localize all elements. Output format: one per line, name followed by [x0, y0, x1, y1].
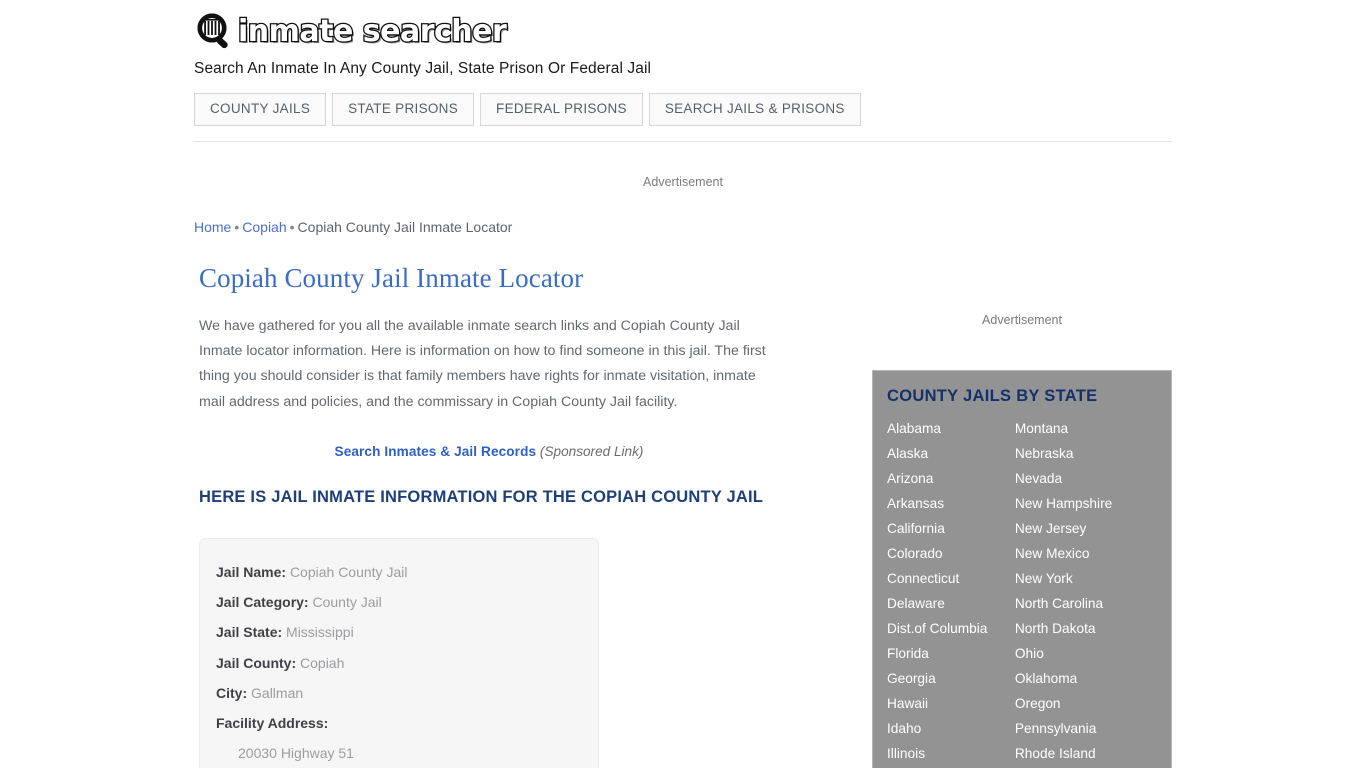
- state-link-oregon[interactable]: Oregon: [1015, 691, 1157, 716]
- state-link-new-mexico[interactable]: New Mexico: [1015, 541, 1157, 566]
- jail-info-box: Jail Name: Copiah County Jail Jail Categ…: [199, 537, 599, 768]
- state-link-oklahoma[interactable]: Oklahoma: [1015, 666, 1157, 691]
- state-link-alaska[interactable]: Alaska: [887, 441, 1015, 466]
- state-link-delaware[interactable]: Delaware: [887, 591, 1015, 616]
- site-tagline: Search An Inmate In Any County Jail, Sta…: [194, 60, 652, 77]
- nav-search-jails-prisons[interactable]: SEARCH JAILS & PRISONS: [648, 93, 861, 126]
- facility-address-line1: 20030 Highway 51: [238, 745, 354, 762]
- breadcrumb: Home • Copiah • Copiah County Jail Inmate Lo…: [194, 219, 512, 235]
- breadcrumb-separator-1: •: [234, 219, 240, 235]
- state-link-nevada[interactable]: Nevada: [1015, 466, 1157, 491]
- state-link-california[interactable]: California: [887, 516, 1015, 541]
- sponsored-note: (Sponsored Link): [539, 443, 644, 459]
- state-link-new-jersey[interactable]: New Jersey: [1015, 516, 1157, 541]
- side-ad-label: Advertisement: [982, 313, 1062, 327]
- page-root: inmate searcher Search An Inmate In Any …: [0, 0, 1366, 768]
- jail-info-row-state: Jail State: Mississippi: [216, 617, 598, 647]
- state-link-idaho[interactable]: Idaho: [887, 716, 1015, 741]
- states-box-title: COUNTY JAILS BY STATE: [887, 387, 1098, 405]
- jail-category-value: County Jail: [312, 594, 382, 611]
- jail-name-label: Jail Name:: [216, 563, 287, 580]
- jail-state-label: Jail State:: [216, 624, 283, 641]
- state-link-new-hampshire[interactable]: New Hampshire: [1015, 491, 1157, 516]
- main-content: Copiah County Jail Inmate Locator We hav…: [199, 262, 804, 768]
- state-link-alabama[interactable]: Alabama: [887, 416, 1015, 441]
- state-link-nebraska[interactable]: Nebraska: [1015, 441, 1157, 466]
- breadcrumb-separator-2: •: [289, 219, 295, 235]
- state-link-dist-of-columbia[interactable]: Dist.of Columbia: [887, 616, 1015, 641]
- state-link-arkansas[interactable]: Arkansas: [887, 491, 1015, 516]
- jail-info-row-city: City: Gallman: [216, 678, 598, 708]
- state-link-hawaii[interactable]: Hawaii: [887, 691, 1015, 716]
- states-column-left: Alabama Alaska Arizona Arkansas Californ…: [887, 416, 1015, 766]
- jail-county-value: Copiah: [300, 654, 345, 671]
- jail-city-value: Gallman: [251, 684, 304, 701]
- county-jails-by-state-box: COUNTY JAILS BY STATE Alabama Alaska Ari…: [872, 370, 1172, 768]
- site-header: inmate searcher Search An Inmate In Any …: [194, 10, 1172, 189]
- state-link-new-york[interactable]: New York: [1015, 566, 1157, 591]
- breadcrumb-home-link[interactable]: Home: [194, 219, 231, 235]
- jail-info-row-category: Jail Category: County Jail: [216, 587, 598, 617]
- main-navigation: COUNTY JAILS STATE PRISONS FEDERAL PRISO…: [194, 93, 1172, 126]
- nav-state-prisons[interactable]: STATE PRISONS: [332, 93, 475, 126]
- state-link-north-dakota[interactable]: North Dakota: [1015, 616, 1157, 641]
- state-link-arizona[interactable]: Arizona: [887, 466, 1015, 491]
- state-link-pennsylvania[interactable]: Pennsylvania: [1015, 716, 1157, 741]
- logo-text: inmate searcher: [237, 13, 508, 51]
- state-link-georgia[interactable]: Georgia: [887, 666, 1015, 691]
- jail-info-row-county: Jail County: Copiah: [216, 648, 598, 678]
- states-columns: Alabama Alaska Arizona Arkansas Californ…: [887, 416, 1157, 766]
- jail-info-row-name: Jail Name: Copiah County Jail: [216, 557, 598, 587]
- sponsored-link-row: Search Inmates & Jail Records (Sponsored…: [199, 444, 779, 459]
- section-heading: HERE IS JAIL INMATE INFORMATION FOR THE …: [199, 487, 764, 506]
- magnifier-prison-bars-icon: [194, 11, 236, 53]
- logo[interactable]: inmate searcher: [194, 10, 1172, 54]
- facility-address-label: Facility Address:: [216, 714, 329, 731]
- jail-category-label: Jail Category:: [216, 594, 309, 611]
- state-link-rhode-island[interactable]: Rhode Island: [1015, 741, 1157, 766]
- state-link-connecticut[interactable]: Connecticut: [887, 566, 1015, 591]
- jail-state-value: Mississippi: [286, 624, 354, 641]
- nav-federal-prisons[interactable]: FEDERAL PRISONS: [480, 93, 643, 126]
- state-link-north-carolina[interactable]: North Carolina: [1015, 591, 1157, 616]
- right-sidebar: Advertisement COUNTY JAILS BY STATE Alab…: [872, 313, 1172, 768]
- jail-county-label: Jail County:: [216, 654, 297, 671]
- breadcrumb-current: Copiah County Jail Inmate Locator: [297, 219, 513, 235]
- jail-name-value: Copiah County Jail: [289, 563, 408, 580]
- intro-paragraph: We have gathered for you all the availab…: [199, 317, 766, 410]
- top-ad-label: Advertisement: [643, 175, 723, 189]
- jail-info-row-address-label: Facility Address:: [216, 708, 598, 738]
- state-link-illinois[interactable]: Illinois: [887, 741, 1015, 766]
- state-link-montana[interactable]: Montana: [1015, 416, 1157, 441]
- state-link-ohio[interactable]: Ohio: [1015, 641, 1157, 666]
- header-divider: [194, 140, 1172, 142]
- state-link-florida[interactable]: Florida: [887, 641, 1015, 666]
- states-column-right: Montana Nebraska Nevada New Hampshire Ne…: [1015, 416, 1157, 766]
- page-title: Copiah County Jail Inmate Locator: [199, 263, 584, 293]
- state-link-colorado[interactable]: Colorado: [887, 541, 1015, 566]
- breadcrumb-county-link[interactable]: Copiah: [242, 219, 286, 235]
- nav-county-jails[interactable]: COUNTY JAILS: [194, 93, 327, 126]
- sponsored-search-link[interactable]: Search Inmates & Jail Records: [335, 444, 537, 459]
- jail-city-label: City:: [216, 684, 248, 701]
